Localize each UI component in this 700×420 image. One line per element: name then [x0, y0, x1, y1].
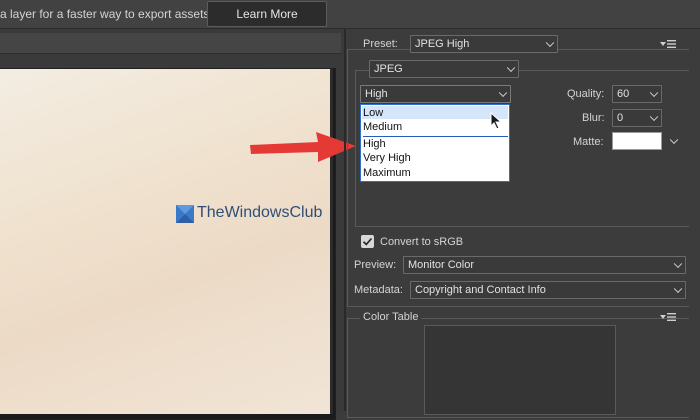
- preview-value: Monitor Color: [408, 259, 475, 271]
- option-high[interactable]: High: [363, 138, 386, 150]
- cursor-icon: [490, 112, 502, 130]
- metadata-dropdown[interactable]: Copyright and Contact Info: [410, 281, 686, 299]
- preset-value: JPEG High: [415, 38, 470, 50]
- blur-input[interactable]: 0: [612, 109, 662, 127]
- option-very-high[interactable]: Very High: [363, 152, 411, 164]
- preset-dropdown[interactable]: JPEG High: [410, 35, 558, 53]
- chevron-down-icon: [506, 63, 516, 73]
- preset-label: Preset:: [363, 38, 398, 50]
- blur-value: 0: [617, 112, 624, 124]
- quality-label: Quality:: [567, 88, 605, 100]
- option-medium[interactable]: Medium: [363, 121, 402, 133]
- option-low[interactable]: Low: [363, 107, 383, 119]
- preview-dropdown[interactable]: Monitor Color: [403, 256, 686, 274]
- option-maximum[interactable]: Maximum: [363, 167, 411, 179]
- color-table-label: Color Table: [360, 311, 422, 323]
- image-preview[interactable]: [0, 69, 330, 414]
- quality-level-dropdown[interactable]: High: [360, 85, 511, 103]
- convert-srgb-checkbox[interactable]: [361, 235, 374, 248]
- windows-logo: [176, 205, 194, 223]
- list-separator: [363, 136, 508, 137]
- highlight-low: [362, 106, 508, 119]
- learn-more-button[interactable]: Learn More: [207, 1, 327, 27]
- quality-level-list[interactable]: Low Medium High Very High Maximum: [360, 104, 510, 182]
- format-dropdown[interactable]: JPEG: [369, 60, 519, 78]
- panel-divider: [344, 29, 346, 411]
- matte-dropdown-toggle[interactable]: [663, 132, 681, 150]
- quality-level-value: High: [365, 88, 388, 100]
- checkbox-icon: [362, 237, 373, 246]
- quality-input[interactable]: 60: [612, 85, 662, 103]
- chevron-down-icon: [649, 88, 659, 98]
- chevron-down-icon: [673, 284, 683, 294]
- panel-menu-icon[interactable]: [660, 39, 676, 49]
- matte-color-swatch[interactable]: [612, 132, 662, 150]
- convert-srgb-label: Convert to sRGB: [380, 236, 464, 248]
- metadata-value: Copyright and Contact Info: [415, 284, 546, 296]
- chevron-down-icon: [669, 135, 679, 145]
- preview-label: Preview:: [354, 259, 397, 271]
- quality-value: 60: [617, 88, 630, 100]
- color-table-swatches[interactable]: [424, 325, 616, 415]
- chevron-down-icon: [498, 88, 508, 98]
- chevron-down-icon: [649, 112, 659, 122]
- metadata-label: Metadata:: [354, 284, 403, 296]
- preview-header: [0, 33, 341, 54]
- panel-menu-icon[interactable]: [660, 312, 676, 322]
- blur-label: Blur:: [582, 112, 605, 124]
- chevron-down-icon: [545, 38, 555, 48]
- watermark-text: TheWindowsClub: [197, 204, 323, 221]
- top-bar-message: a layer for a faster way to export asset…: [0, 7, 210, 21]
- canvas-scroll-edge: [330, 69, 333, 414]
- chevron-down-icon: [673, 259, 683, 269]
- format-value: JPEG: [374, 63, 403, 75]
- matte-label: Matte:: [573, 136, 604, 148]
